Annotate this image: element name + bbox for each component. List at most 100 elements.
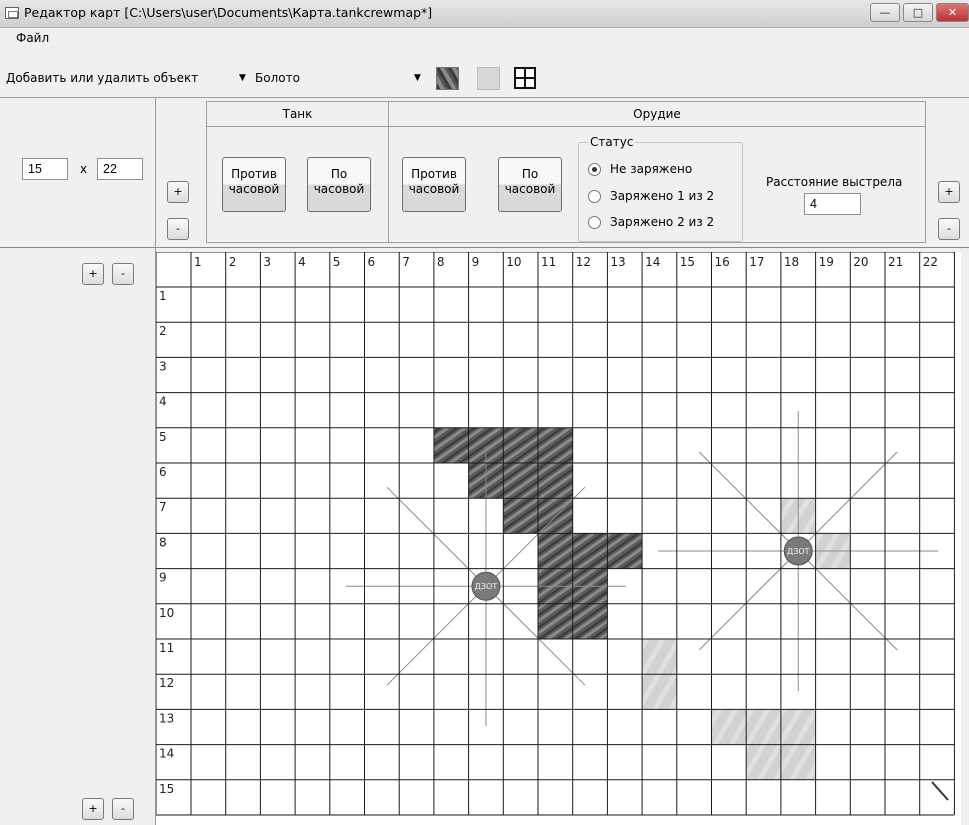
close-button[interactable]: ✕ (936, 3, 969, 22)
swamp-cell (572, 533, 608, 569)
gun-rotate-ccw-button[interactable]: Против часовой (402, 157, 466, 212)
column-label: 19 (819, 255, 834, 269)
row-label: 6 (159, 465, 167, 479)
mode-select-value: Добавить или удалить объект (6, 71, 199, 85)
column-label: 21 (888, 255, 903, 269)
column-label: 12 (576, 255, 591, 269)
map-grid[interactable]: 1 2 3 4 5 6 7 8 9 10 11 12 13 14 15 16 17 18 19 20 21 2212345… (156, 252, 961, 825)
gun-ccw-label-2: часовой (408, 182, 460, 196)
column-label: 9 (472, 255, 480, 269)
light-terrain-cell (711, 709, 747, 745)
swamp-cell (538, 533, 573, 569)
window-title: Редактор карт [C:\Users\user\Documents\К… (24, 5, 433, 20)
column-label: 1 (194, 255, 202, 269)
column-label: 22 (923, 255, 938, 269)
add-row-top-map-button[interactable]: + (82, 263, 104, 285)
row-label: 8 (159, 535, 167, 549)
gun-rotate-cw-button[interactable]: По часовой (498, 157, 562, 212)
tank-ccw-label-2: часовой (228, 182, 280, 196)
radio-unchecked-icon (588, 190, 601, 203)
row-label: 10 (159, 606, 174, 620)
column-label: 6 (368, 255, 376, 269)
light-terrain-cell (780, 744, 816, 780)
terrain-select[interactable]: Болото ▼ (255, 68, 427, 88)
status-option-label: Не заряжено (610, 162, 693, 176)
row-label: 7 (159, 500, 167, 514)
gun-title: Орудие (388, 101, 926, 127)
light-terrain-cell (642, 639, 677, 675)
distance-field[interactable] (804, 193, 861, 215)
row-label: 13 (159, 711, 174, 725)
tank-rotate-ccw-button[interactable]: Против часовой (222, 157, 286, 212)
row-label: 9 (159, 571, 167, 585)
remove-col-right-button[interactable]: - (938, 218, 960, 240)
column-label: 3 (263, 255, 271, 269)
swamp-cell (538, 498, 573, 534)
column-label: 11 (541, 255, 556, 269)
swamp-cell (503, 463, 538, 499)
light-texture-swatch[interactable] (477, 67, 500, 90)
radio-unchecked-icon (588, 216, 601, 229)
light-terrain-cell (746, 709, 781, 745)
light-terrain-cell (642, 674, 677, 710)
tank-cw-label-1: По (330, 167, 348, 181)
minimize-button[interactable]: — (870, 3, 900, 22)
column-label: 16 (715, 255, 730, 269)
row-label: 4 (159, 395, 167, 409)
add-row-bottom-button[interactable]: + (82, 798, 104, 820)
gun-cw-label-1: По (521, 167, 539, 181)
menu-file[interactable]: Файл (12, 31, 53, 45)
swamp-texture-swatch[interactable] (436, 67, 459, 90)
bunker-label: ДЗОТ (787, 547, 810, 556)
column-label: 18 (784, 255, 799, 269)
tank-ccw-label-1: Против (231, 167, 277, 181)
row-label: 5 (159, 430, 167, 444)
terrain-select-value: Болото (255, 71, 300, 85)
cols-field[interactable] (97, 158, 143, 180)
swamp-cell (538, 463, 573, 499)
grid-toggle-icon[interactable] (514, 67, 536, 89)
right-strip (961, 249, 969, 825)
light-terrain-cell (780, 709, 816, 745)
gun-cw-label-2: часовой (504, 182, 556, 196)
rows-field[interactable] (22, 158, 68, 180)
remove-row-top-map-button[interactable]: - (112, 263, 134, 285)
row-label: 1 (159, 289, 167, 303)
tank-title: Танк (206, 101, 389, 127)
row-label: 3 (159, 359, 167, 373)
light-terrain-cell (746, 744, 781, 780)
left-strip (0, 249, 155, 825)
radio-checked-icon (588, 163, 601, 176)
row-label: 2 (159, 324, 167, 338)
app-icon (5, 7, 19, 19)
swamp-cell (538, 603, 573, 639)
remove-row-top-button[interactable]: - (167, 218, 189, 240)
swamp-cell (538, 427, 573, 463)
bunker-label: ДЗОТ (475, 582, 498, 591)
row-label: 14 (159, 747, 174, 761)
swamp-cell (503, 498, 538, 534)
status-option-label: Заряжено 2 из 2 (610, 215, 715, 229)
swamp-cell (433, 427, 469, 463)
column-label: 20 (853, 255, 868, 269)
column-label: 17 (749, 255, 764, 269)
maximize-button[interactable]: □ (903, 3, 933, 22)
add-row-top-button[interactable]: + (167, 181, 189, 203)
row-label: 15 (159, 782, 174, 796)
chevron-down-icon: ▼ (239, 73, 246, 83)
column-label: 8 (437, 255, 445, 269)
tank-cw-label-2: часовой (313, 182, 365, 196)
map-canvas[interactable]: 1 2 3 4 5 6 7 8 9 10 11 12 13 14 15 16 17 18 19 20 21 22 1 2 3 4 5… (156, 252, 961, 825)
column-label: 15 (680, 255, 695, 269)
distance-label: Расстояние выстрела (766, 175, 903, 189)
menu-bar: Файл (0, 28, 969, 50)
column-label: 2 (229, 255, 237, 269)
tank-rotate-cw-button[interactable]: По часовой (307, 157, 371, 212)
row-label: 12 (159, 676, 174, 690)
add-col-right-button[interactable]: + (938, 181, 960, 203)
swamp-cell (572, 603, 608, 639)
column-label: 10 (506, 255, 521, 269)
swamp-cell (503, 427, 538, 463)
mode-select[interactable]: Добавить или удалить объект ▼ (6, 68, 246, 88)
remove-row-bottom-button[interactable]: - (112, 798, 134, 820)
